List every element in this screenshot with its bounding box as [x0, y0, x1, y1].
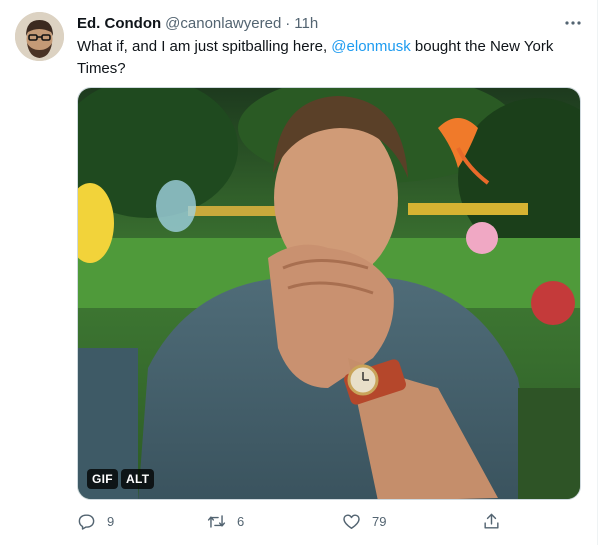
- alt-text-badge[interactable]: ALT: [121, 469, 155, 489]
- separator-dot: ·: [285, 14, 291, 32]
- reply-icon: [78, 514, 95, 530]
- tweet-timestamp[interactable]: 11h: [294, 15, 318, 32]
- tweet[interactable]: Ed. Condon @canonlawyered · 11h What if,…: [0, 0, 598, 545]
- share-button[interactable]: [482, 512, 501, 531]
- tweet-text-part-1: What if, and I am just spitballing here,: [77, 38, 332, 55]
- like-icon: [343, 514, 360, 529]
- author-name[interactable]: Ed. Condon: [77, 15, 161, 32]
- tweet-actions-bar: 9 6 79: [77, 512, 507, 536]
- mention-link[interactable]: @elonmusk: [331, 38, 410, 55]
- reply-count: 9: [107, 514, 115, 529]
- like-count: 79: [372, 514, 387, 529]
- retweet-button[interactable]: 6: [207, 512, 244, 531]
- gif-image: [78, 88, 580, 499]
- tweet-text: What if, and I am just spitballing here,…: [77, 36, 577, 80]
- like-button[interactable]: 79: [342, 512, 386, 531]
- more-icon: [565, 21, 581, 25]
- retweet-count: 6: [237, 514, 245, 529]
- author-handle[interactable]: @canonlawyered: [165, 15, 281, 32]
- tweet-header: Ed. Condon @canonlawyered · 11h: [77, 13, 318, 33]
- retweet-icon: [207, 515, 226, 528]
- tweet-media-gif[interactable]: GIF ALT: [77, 87, 581, 500]
- avatar[interactable]: [15, 12, 64, 61]
- avatar-illustration: [15, 12, 64, 61]
- gif-badge: GIF: [87, 469, 118, 489]
- more-options-button[interactable]: [562, 12, 584, 34]
- reply-button[interactable]: 9: [77, 512, 114, 531]
- share-icon: [484, 513, 499, 529]
